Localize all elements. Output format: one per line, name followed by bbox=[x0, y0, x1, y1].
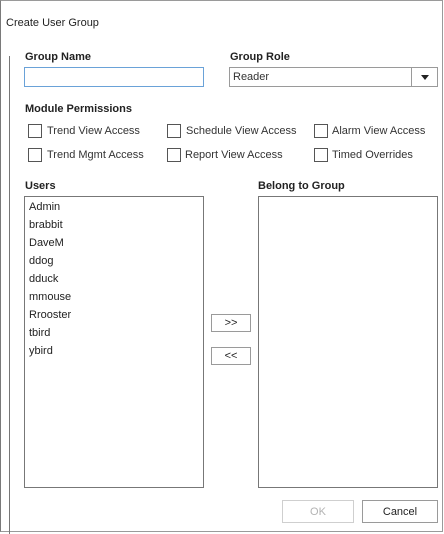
schedule-view-access-label: Schedule View Access bbox=[186, 125, 297, 137]
group-name-input[interactable] bbox=[24, 67, 204, 87]
alarm-view-access-checkbox[interactable] bbox=[314, 124, 328, 138]
belong-to-group-list[interactable] bbox=[258, 196, 438, 488]
group-name-label: Group Name bbox=[25, 51, 92, 63]
trend-view-access-checkbox[interactable] bbox=[28, 124, 42, 138]
list-item[interactable]: ybird bbox=[29, 345, 53, 357]
group-role-value: Reader bbox=[233, 71, 270, 83]
window-title: Create User Group bbox=[6, 17, 99, 29]
module-permissions-label: Module Permissions bbox=[25, 103, 132, 115]
list-item[interactable]: Admin bbox=[29, 201, 60, 213]
list-item[interactable]: brabbit bbox=[29, 219, 63, 231]
trend-mgmt-access-checkbox[interactable] bbox=[28, 148, 42, 162]
list-item[interactable]: tbird bbox=[29, 327, 50, 339]
list-item[interactable]: Rrooster bbox=[29, 309, 71, 321]
list-item[interactable]: mmouse bbox=[29, 291, 71, 303]
users-label: Users bbox=[25, 180, 56, 192]
trend-mgmt-access-label: Trend Mgmt Access bbox=[47, 149, 144, 161]
remove-from-group-button[interactable]: << bbox=[211, 347, 251, 365]
timed-overrides-checkbox[interactable] bbox=[314, 148, 328, 162]
timed-overrides-label: Timed Overrides bbox=[332, 149, 413, 161]
group-role-select[interactable]: Reader bbox=[229, 67, 438, 87]
list-item[interactable]: dduck bbox=[29, 273, 58, 285]
chevron-down-icon[interactable] bbox=[411, 68, 437, 86]
list-item[interactable]: DaveM bbox=[29, 237, 64, 249]
report-view-access-checkbox[interactable] bbox=[167, 148, 181, 162]
list-item[interactable]: ddog bbox=[29, 255, 53, 267]
belong-to-group-label: Belong to Group bbox=[258, 180, 345, 192]
group-role-label: Group Role bbox=[230, 51, 290, 63]
alarm-view-access-label: Alarm View Access bbox=[332, 125, 426, 137]
ok-button[interactable]: OK bbox=[282, 500, 354, 523]
report-view-access-label: Report View Access bbox=[185, 149, 283, 161]
window-edge bbox=[9, 56, 10, 534]
trend-view-access-label: Trend View Access bbox=[47, 125, 140, 137]
schedule-view-access-checkbox[interactable] bbox=[167, 124, 181, 138]
add-to-group-button[interactable]: >> bbox=[211, 314, 251, 332]
create-user-group-dialog: Create User Group Group Name Group Role … bbox=[0, 0, 443, 534]
users-list[interactable]: Admin brabbit DaveM ddog dduck mmouse Rr… bbox=[24, 196, 204, 488]
cancel-button[interactable]: Cancel bbox=[362, 500, 438, 523]
